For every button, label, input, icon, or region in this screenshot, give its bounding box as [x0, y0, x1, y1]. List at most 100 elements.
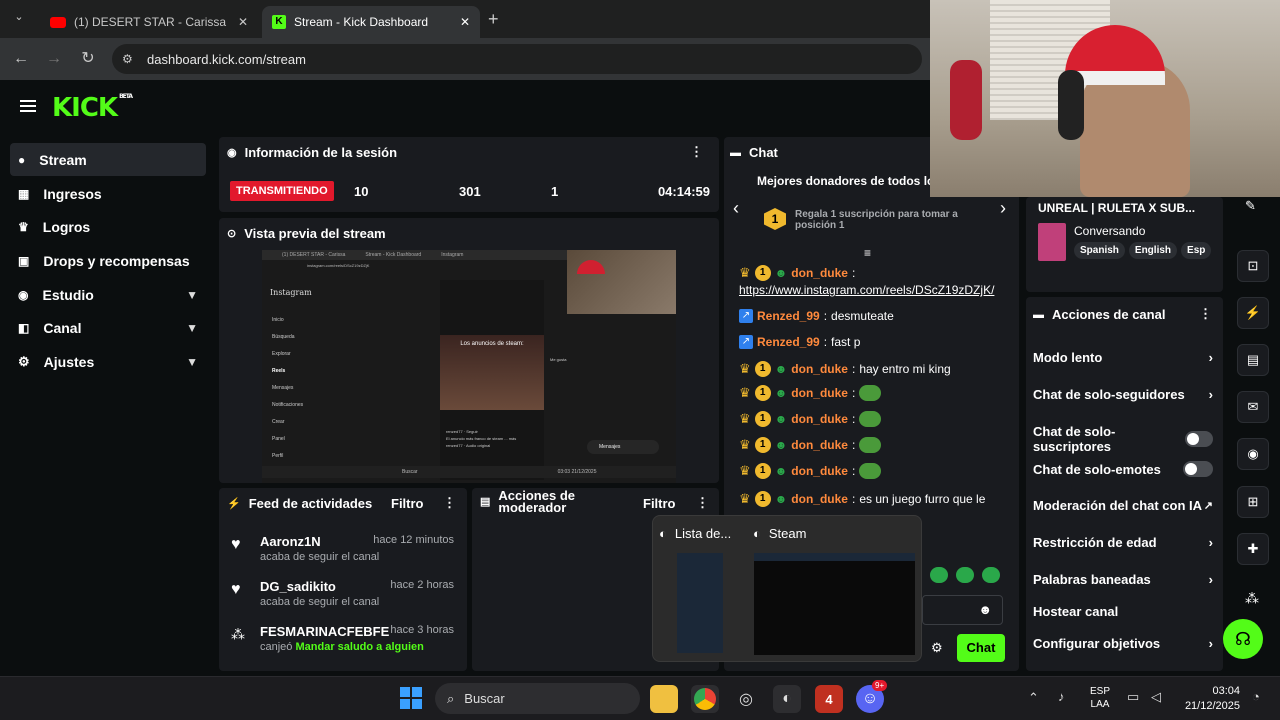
notifications-icon[interactable]: ◔ — [1252, 689, 1260, 704]
sidebar-item-ingresos[interactable]: ▦ Ingresos — [10, 177, 206, 210]
feed-user[interactable]: DG_sadikito — [260, 579, 336, 594]
sidebar-item-ajustes[interactable]: ⚙ Ajustes ▼ — [10, 345, 206, 378]
reload-icon[interactable]: ↻ — [79, 50, 97, 68]
action-moderacion-ia[interactable]: Moderación del chat con IA ↗ — [1033, 498, 1213, 513]
clock[interactable]: 03:04 21/12/2025 — [1180, 684, 1240, 714]
discord-icon[interactable]: ☺ 9+ — [856, 680, 888, 713]
language-indicator[interactable]: ESP LAA — [1090, 685, 1110, 711]
panel-title: Feed de actividades — [248, 496, 373, 511]
edit-icon[interactable]: ✎ — [1245, 198, 1256, 214]
action-solo-seguidores[interactable]: Chat de solo-seguidores › — [1033, 387, 1213, 402]
network-icon[interactable]: ▭ — [1127, 689, 1139, 705]
hamburger-icon[interactable] — [20, 98, 36, 114]
toggle-switch[interactable] — [1183, 461, 1213, 477]
emote-icon[interactable] — [930, 567, 948, 583]
chat-text: desmuteate — [831, 309, 894, 323]
chat-link[interactable]: https://www.instagram.com/reels/DScZ19zD… — [739, 283, 994, 297]
chevron-left-icon[interactable]: ‹ — [733, 198, 739, 219]
feed-time: hace 12 minutos — [373, 534, 454, 546]
obs-icon[interactable]: ◎ — [732, 685, 760, 713]
chat-username[interactable]: don_duke — [791, 386, 848, 400]
emote-icon[interactable] — [956, 567, 974, 583]
feed-user[interactable]: FESMARINACFEBFE — [260, 624, 389, 639]
windows-start-icon[interactable] — [400, 687, 422, 709]
microphone-icon[interactable]: ♪ — [1058, 689, 1065, 704]
kick-logo[interactable]: KICK BETA — [52, 93, 133, 123]
action-hostear-canal[interactable]: Hostear canal — [1033, 604, 1213, 619]
toggle-switch[interactable] — [1184, 431, 1213, 447]
points-icon[interactable]: ⁂ — [1245, 590, 1259, 607]
close-icon[interactable]: ✕ — [460, 15, 470, 29]
new-tab-button[interactable]: + — [488, 9, 499, 30]
chat-bubble-icon[interactable]: ✉ — [1237, 391, 1269, 423]
lightning-icon[interactable]: ⚡ — [1237, 297, 1269, 329]
close-icon[interactable]: ✕ — [238, 15, 248, 29]
chat-input[interactable]: ☻ — [922, 595, 1003, 625]
more-options-icon[interactable]: ⋮ — [1199, 306, 1212, 322]
chat-username[interactable]: don_duke — [791, 412, 848, 426]
chrome-icon[interactable] — [691, 685, 719, 713]
feed-user[interactable]: Aaronz1N — [260, 534, 321, 549]
pinned-chevron-icon[interactable]: ≡ — [864, 246, 871, 260]
chat-username[interactable]: don_duke — [791, 464, 848, 478]
browser-tab-youtube[interactable]: (1) DESERT STAR - Carissa [Mon ✕ — [40, 6, 258, 38]
support-headset-button[interactable]: ☊ — [1223, 619, 1263, 659]
more-options-icon[interactable]: ⋮ — [690, 144, 703, 160]
chat-username[interactable]: Renzed_99 — [757, 335, 820, 349]
emote-icon[interactable] — [982, 567, 1000, 583]
sidebar-item-drops[interactable]: ▣ Drops y recompensas — [10, 244, 206, 277]
feed-filter-button[interactable]: Filtro — [391, 496, 424, 511]
chevron-right-icon[interactable]: › — [1000, 198, 1006, 219]
sidebar-item-stream[interactable]: ● Stream — [10, 143, 206, 176]
tag[interactable]: English — [1128, 242, 1178, 259]
chat-username[interactable]: don_duke — [791, 492, 848, 506]
address-bar[interactable]: ⚙ dashboard.kick.com/stream — [112, 44, 922, 74]
preview-video[interactable]: (1) DESERT STAR - Carissa Stream - Kick D… — [262, 250, 676, 483]
chat-username[interactable]: don_duke — [791, 362, 848, 376]
site-info-icon[interactable]: ⚙ — [122, 52, 133, 66]
tag[interactable]: Esp — [1181, 242, 1212, 259]
action-palabras-baneadas[interactable]: Palabras baneadas › — [1033, 572, 1213, 587]
tray-overflow-icon[interactable]: ⌃ — [1028, 690, 1039, 706]
window-thumbnail[interactable] — [754, 553, 915, 655]
chat-send-button[interactable]: Chat — [957, 634, 1005, 662]
sidebar-item-estudio[interactable]: ◉ Estudio ▼ — [10, 278, 206, 311]
preview-reel: Los anuncios de steam: renzed77 · Seguir… — [440, 280, 544, 480]
subs-count: 1 — [551, 184, 559, 199]
sidebar-item-logros[interactable]: ♛ Logros — [10, 210, 206, 243]
steam-icon[interactable]: ◐ — [773, 685, 801, 713]
preview-taskbar: Buscar 03:03 21/12/2025 — [262, 466, 676, 478]
volume-icon[interactable]: ◁ — [1151, 689, 1161, 705]
emoji-icon[interactable]: ☻ — [978, 602, 992, 617]
gift-sub-prompt[interactable]: Regala 1 suscripción para tomar a posici… — [795, 209, 970, 231]
chat-username[interactable]: don_duke — [791, 266, 848, 280]
chat-settings-icon[interactable]: ⚙ — [931, 640, 943, 656]
window-thumbnail[interactable] — [677, 553, 723, 653]
browser-tab-kick[interactable]: K Stream - Kick Dashboard ✕ — [262, 6, 480, 38]
preview-window-steam[interactable]: ◐ Steam — [753, 526, 806, 541]
tag[interactable]: Spanish — [1074, 242, 1125, 259]
action-modo-lento[interactable]: Modo lento › — [1033, 350, 1213, 365]
layout-icon[interactable]: ⊞ — [1237, 486, 1269, 518]
forward-icon[interactable]: → — [45, 50, 63, 68]
action-configurar-objetivos[interactable]: Configurar objetivos › — [1033, 636, 1213, 651]
sidebar-item-canal[interactable]: ◧ Canal ▼ — [10, 311, 206, 344]
chat-username[interactable]: don_duke — [791, 438, 848, 452]
more-options-icon[interactable]: ⋮ — [696, 495, 709, 511]
file-explorer-icon[interactable] — [650, 685, 678, 713]
wrench-icon[interactable]: ✚ — [1237, 533, 1269, 565]
nav-item: Búsqueda — [272, 334, 295, 340]
tab-list-button[interactable]: ⌄ — [10, 10, 28, 28]
back-icon[interactable]: ← — [12, 50, 30, 68]
broadcast-icon[interactable]: ◉ — [1237, 438, 1269, 470]
notes-icon[interactable]: ▤ — [1237, 344, 1269, 376]
app-4-icon[interactable]: 4 — [815, 685, 843, 713]
preview-window-lista[interactable]: ◐ Lista de... — [659, 526, 731, 541]
mod-filter-button[interactable]: Filtro — [643, 496, 676, 511]
screenshot-icon[interactable]: ⊡ — [1237, 250, 1269, 282]
taskbar-search[interactable]: ⌕ Buscar — [435, 683, 640, 714]
chat-username[interactable]: Renzed_99 — [757, 309, 820, 323]
clock-date: 21/12/2025 — [1184, 700, 1240, 712]
more-options-icon[interactable]: ⋮ — [443, 495, 456, 511]
action-restriccion-edad[interactable]: Restricción de edad › — [1033, 535, 1213, 550]
